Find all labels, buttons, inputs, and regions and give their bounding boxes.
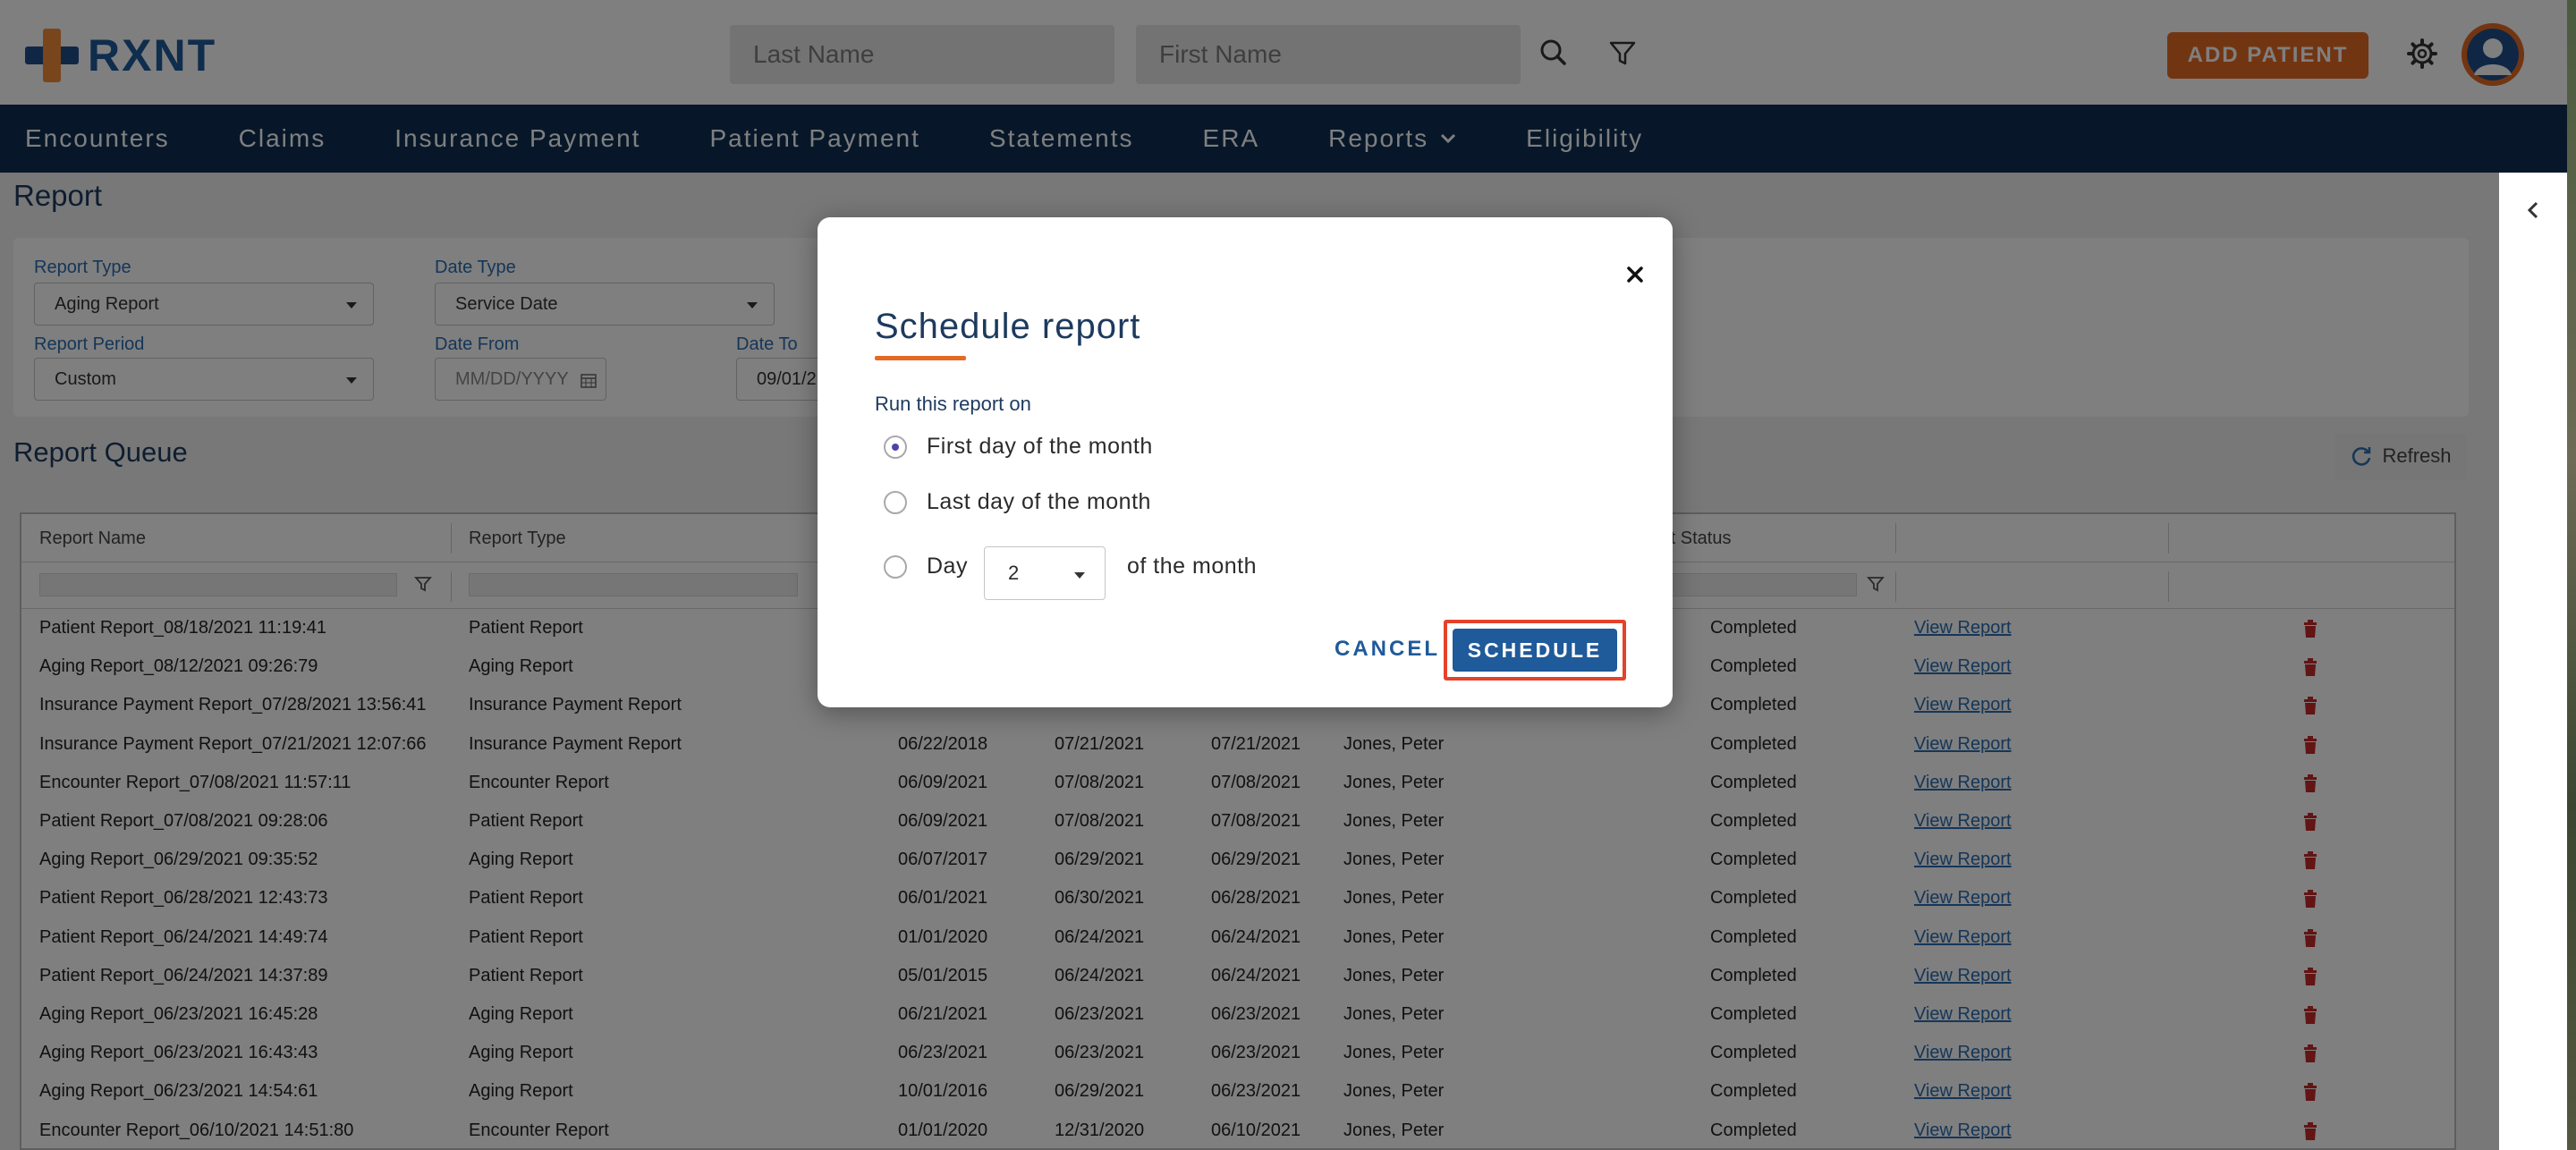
- close-icon[interactable]: [1619, 258, 1651, 291]
- day-number-select[interactable]: 2: [984, 546, 1106, 600]
- radio-button-last-day[interactable]: [884, 490, 907, 514]
- day-number-value: 2: [1008, 562, 1020, 584]
- radio-option-first-day[interactable]: First day of the month: [884, 434, 1153, 460]
- chevron-left-icon[interactable]: [2524, 199, 2542, 221]
- schedule-report-modal: Schedule report Run this report on First…: [818, 217, 1673, 707]
- modal-title: Schedule report: [875, 307, 1141, 346]
- option-day-label: Day: [927, 554, 968, 579]
- option-first-day-label: First day of the month: [927, 434, 1153, 459]
- radio-option-day[interactable]: Day: [884, 554, 968, 579]
- of-the-month-label: of the month: [1127, 554, 1257, 579]
- right-side-panel: [2499, 173, 2567, 1150]
- title-underline: [875, 356, 966, 360]
- option-last-day-label: Last day of the month: [927, 489, 1151, 514]
- run-report-on-label: Run this report on: [875, 393, 1031, 415]
- radio-button-day[interactable]: [884, 554, 907, 579]
- background-edge: [2567, 0, 2576, 1150]
- cancel-button[interactable]: CANCEL: [1335, 630, 1440, 668]
- schedule-button[interactable]: SCHEDULE: [1453, 629, 1617, 672]
- caret-down-icon: [1074, 572, 1085, 579]
- radio-option-last-day[interactable]: Last day of the month: [884, 489, 1151, 515]
- radio-button-first-day[interactable]: [884, 435, 907, 459]
